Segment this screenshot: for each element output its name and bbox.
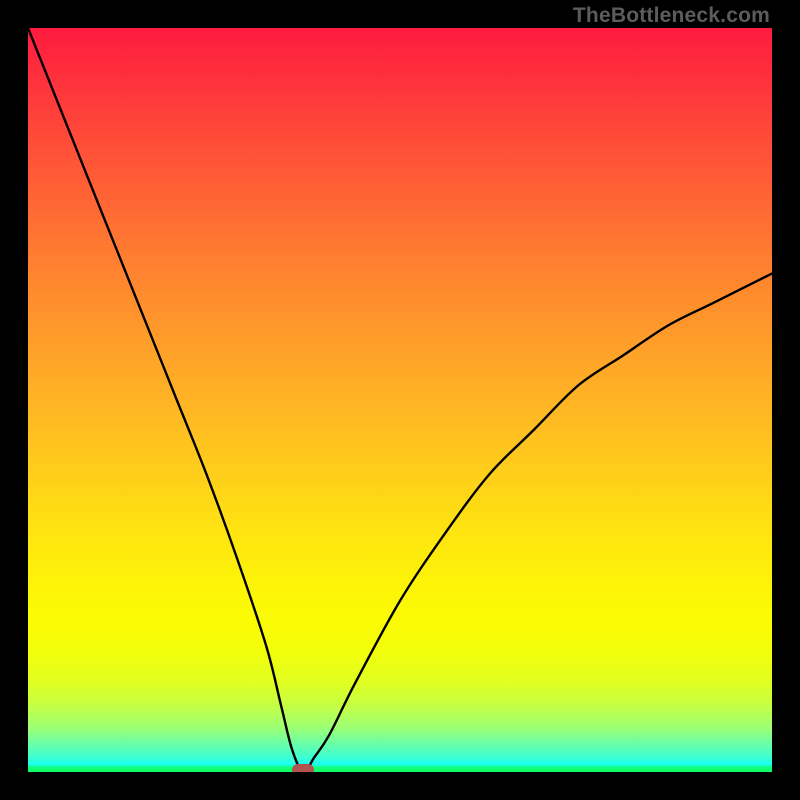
- plot-area: [28, 28, 772, 772]
- bottleneck-curve: [28, 28, 772, 772]
- attribution-text: TheBottleneck.com: [573, 4, 770, 28]
- optimal-marker: [292, 764, 314, 772]
- outer-frame: TheBottleneck.com: [0, 0, 800, 800]
